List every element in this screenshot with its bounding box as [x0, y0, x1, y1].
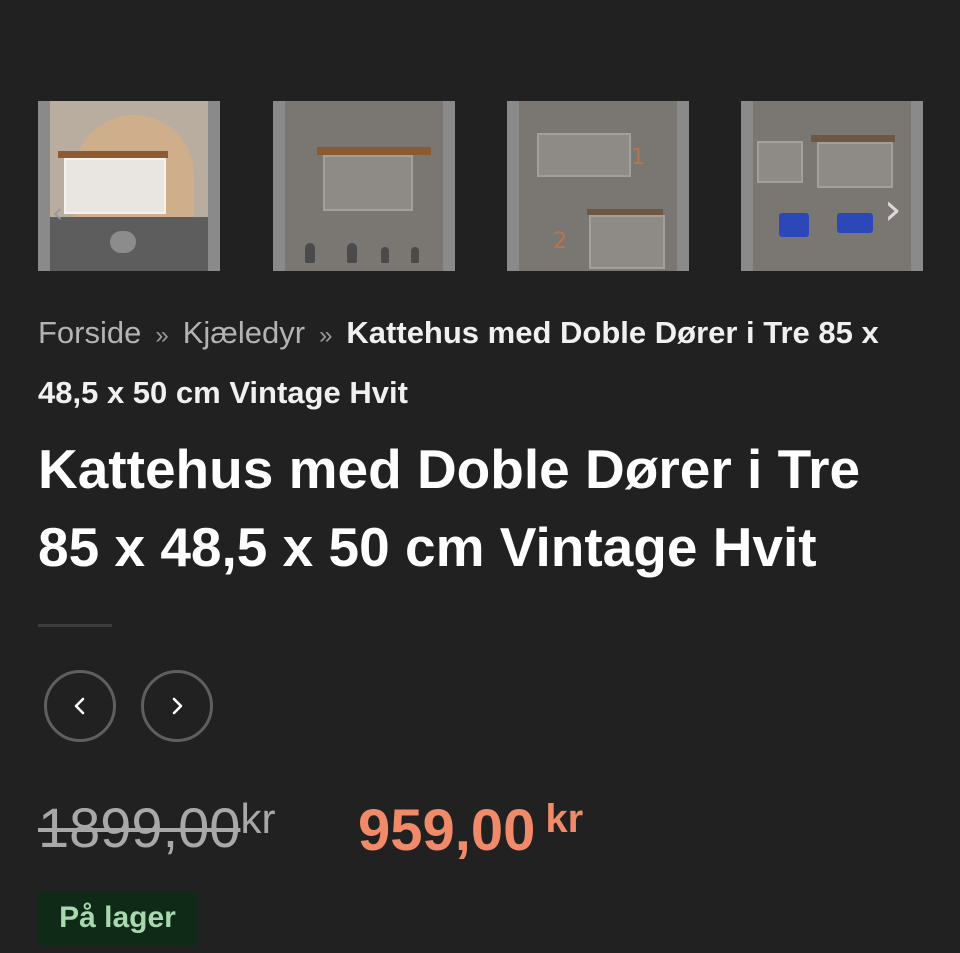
gallery-prev-icon[interactable]: ‹ [52, 196, 63, 229]
prev-product-button[interactable] [44, 670, 116, 742]
breadcrumb: Forside» Kjæledyr» Kattehus med Doble Døre… [38, 304, 918, 421]
gallery-next-icon[interactable]: › [884, 188, 902, 232]
thumbnail-image [285, 101, 443, 271]
chevron-left-icon [74, 697, 85, 715]
breadcrumb-separator: » [319, 322, 333, 349]
sale-price: 959,00 kr [358, 783, 583, 867]
divider [38, 624, 112, 627]
sale-price-amount: 959,00 [358, 798, 536, 863]
thumbnail-image [50, 101, 208, 271]
sale-price-currency: kr [545, 797, 584, 841]
product-title: Kattehus med Doble Dører i Tre 85 x 48,5… [38, 438, 861, 578]
chevron-right-icon [172, 697, 183, 715]
original-price-currency: kr [240, 795, 276, 842]
thumbnail-image: 1 2 [519, 101, 677, 271]
original-price: 1899,00kr [38, 783, 275, 864]
next-product-button[interactable] [141, 670, 213, 742]
breadcrumb-category-link[interactable]: Kjæledyr [183, 315, 305, 350]
breadcrumb-separator: » [155, 322, 169, 349]
product-thumbnail[interactable] [38, 101, 220, 271]
original-price-amount: 1899,00 [38, 796, 241, 859]
product-thumbnail-gallery: 1 2 [38, 101, 923, 271]
product-thumbnail[interactable] [273, 101, 455, 271]
product-thumbnail[interactable]: 1 2 [507, 101, 689, 271]
stock-status-badge: På lager [38, 891, 197, 945]
breadcrumb-home-link[interactable]: Forside [38, 315, 141, 350]
